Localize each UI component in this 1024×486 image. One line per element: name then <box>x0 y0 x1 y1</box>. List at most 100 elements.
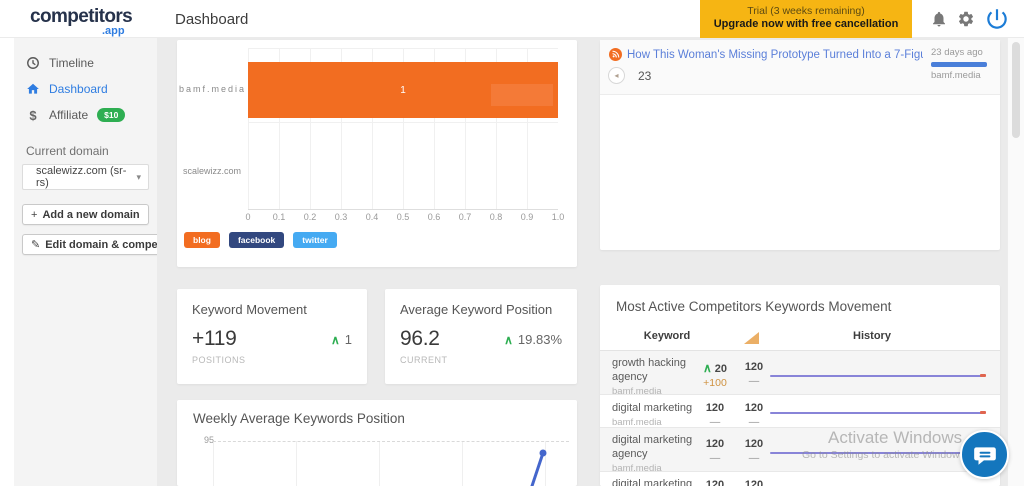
mention-source: bamf.media <box>931 70 981 81</box>
logo-suffix: .app <box>102 25 125 37</box>
app-logo[interactable]: competitors .app <box>30 6 140 37</box>
mention-timestamp: 23 days ago <box>931 47 983 58</box>
chevron-down-icon: ▾ <box>136 171 141 182</box>
share-arrow-icon[interactable]: ◂ <box>608 67 625 84</box>
logout-power-icon[interactable] <box>984 6 1010 32</box>
article-link[interactable]: How This Woman's Missing Prototype Turne… <box>627 49 923 61</box>
top-header: competitors .app Dashboard Trial (3 week… <box>0 0 1024 38</box>
domain-select[interactable]: scalewizz.com (sr-rs) ▾ <box>22 164 149 190</box>
sidebar-item-label: Timeline <box>49 56 94 70</box>
share-count-value: 23 <box>638 68 652 83</box>
mention-meta: 23 days ago bamf.media <box>931 47 989 81</box>
sidebar-item-label: Dashboard <box>49 82 108 96</box>
pencil-icon: ✎ <box>31 239 41 251</box>
dashboard-page: competitors .app Dashboard Trial (3 week… <box>0 0 1024 486</box>
keyword-text[interactable]: digital marketing agency <box>612 434 692 460</box>
movement-cell: 120 — <box>705 402 725 428</box>
logo-text: competitors <box>30 6 133 27</box>
bar-chart-plot-area: 1 <box>248 48 558 210</box>
notifications-bell-icon[interactable] <box>930 10 948 28</box>
legend-toggle-blog[interactable]: blog <box>184 232 220 248</box>
upgrade-cta-label: Upgrade now with free cancellation <box>713 18 899 30</box>
upgrade-trial-banner[interactable]: Trial (3 weeks remaining) Upgrade now wi… <box>700 0 912 38</box>
keyword-text[interactable]: growth hacking agency <box>612 357 686 383</box>
stat-delta: ∧ 1 <box>331 332 352 347</box>
table-row: digital marketing 120 120 <box>600 472 1000 486</box>
bar-highlight <box>491 84 553 106</box>
sidebar-item-affiliate[interactable]: $ Affiliate $10 <box>14 102 157 128</box>
legend-toggle-facebook[interactable]: facebook <box>228 232 285 248</box>
position-cell: 120 — <box>744 438 764 464</box>
bar-value-label: 1 <box>400 84 406 96</box>
x-tick: 0.9 <box>520 212 534 222</box>
add-domain-label: Add a new domain <box>42 208 140 221</box>
x-tick: 0.4 <box>365 212 379 222</box>
live-chat-button[interactable] <box>960 430 1009 479</box>
position-cell: 120 — <box>744 402 764 428</box>
sidebar-item-label: Affiliate <box>49 108 89 122</box>
weekly-position-line <box>530 449 547 486</box>
sidebar-item-timeline[interactable]: Timeline <box>14 50 157 76</box>
x-tick: 0.1 <box>272 212 286 222</box>
affiliate-amount-badge: $10 <box>97 108 126 122</box>
table-header-row: Keyword History <box>600 325 1000 351</box>
column-header-keyword[interactable]: Keyword <box>627 330 707 342</box>
x-tick: 0.8 <box>489 212 503 222</box>
position-cell: 120 — <box>744 361 764 387</box>
dollar-icon: $ <box>29 107 37 123</box>
x-axis-ticks: 0 0.1 0.2 0.3 0.4 0.5 0.6 0.7 0.8 0.9 1.… <box>236 212 570 222</box>
stat-unit-label: POSITIONS <box>192 355 246 365</box>
keyword-text[interactable]: digital marketing <box>612 478 692 486</box>
social-activity-chart-card: bamf.media scalewizz.com 1 0 0.1 0.2 0.3… <box>177 40 577 267</box>
movement-sort-icon[interactable] <box>744 332 759 344</box>
weekly-average-position-card: Weekly Average Keywords Position 95 <box>177 400 577 486</box>
gridline <box>248 48 558 49</box>
chat-bubble-icon <box>973 446 996 465</box>
stat-delta: ∧ 19.83% <box>504 332 562 347</box>
keyword-text[interactable]: digital marketing <box>612 402 692 414</box>
competitor-mentions-card: How This Woman's Missing Prototype Turne… <box>600 40 1000 250</box>
movement-cell: 120 — <box>705 438 725 464</box>
sidebar-item-dashboard[interactable]: Dashboard <box>14 76 157 102</box>
column-header-history: History <box>853 330 891 342</box>
caret-up-icon: ∧ <box>504 332 513 347</box>
settings-gear-icon[interactable] <box>957 10 975 28</box>
clock-icon <box>26 56 40 70</box>
x-tick: 0.5 <box>396 212 410 222</box>
current-domain-label: Current domain <box>26 144 109 158</box>
x-tick: 0.3 <box>334 212 348 222</box>
chart-row-label-bamf: bamf.media <box>179 84 247 94</box>
rss-icon <box>609 48 622 61</box>
caret-up-icon: ∧ <box>702 361 712 375</box>
mention-list-item[interactable]: How This Woman's Missing Prototype Turne… <box>600 40 1000 95</box>
stat-card-title: Keyword Movement <box>192 302 307 317</box>
keyword-source: bamf.media <box>612 416 662 428</box>
x-tick: 1.0 <box>551 212 565 222</box>
x-tick: 0.2 <box>303 212 317 222</box>
average-keyword-position-card: Average Keyword Position 96.2 CURRENT ∧ … <box>385 289 577 384</box>
gridline <box>248 122 558 123</box>
keyword-movement-value: +119 <box>192 327 237 350</box>
legend-toggle-twitter[interactable]: twitter <box>293 232 337 248</box>
add-domain-button[interactable]: + Add a new domain <box>22 204 149 225</box>
plus-icon: + <box>31 208 38 221</box>
domain-select-value: scalewizz.com (sr-rs) <box>36 165 127 189</box>
share-count-group: ◂ 23 <box>608 67 651 84</box>
activate-windows-subtext: Go to Settings to activate Windows <box>802 449 965 461</box>
trial-remaining-label: Trial (3 weeks remaining) <box>747 5 865 17</box>
chart-legend: blog facebook twitter <box>184 232 337 248</box>
x-tick: 0.6 <box>427 212 441 222</box>
sidebar: Timeline Dashboard $ Affiliate $10 Curre… <box>14 38 195 486</box>
stat-card-title: Average Keyword Position <box>400 302 553 317</box>
history-sparkline <box>770 411 986 414</box>
position-cell: 120 <box>744 479 764 486</box>
x-tick: 0 <box>245 212 251 222</box>
scrollbar-thumb[interactable] <box>1012 42 1020 138</box>
delta-value: 19.83% <box>517 332 562 347</box>
caret-up-icon: ∧ <box>330 332 340 347</box>
blog-bar-bamf-media[interactable]: 1 <box>248 62 558 118</box>
stat-unit-label: CURRENT <box>400 355 448 365</box>
delta-value: 1 <box>344 332 352 347</box>
chart-row-label-scalewizz: scalewizz.com <box>182 166 241 176</box>
table-row: growth hacking agency bamf.media ∧ 20 +1… <box>600 351 1000 397</box>
